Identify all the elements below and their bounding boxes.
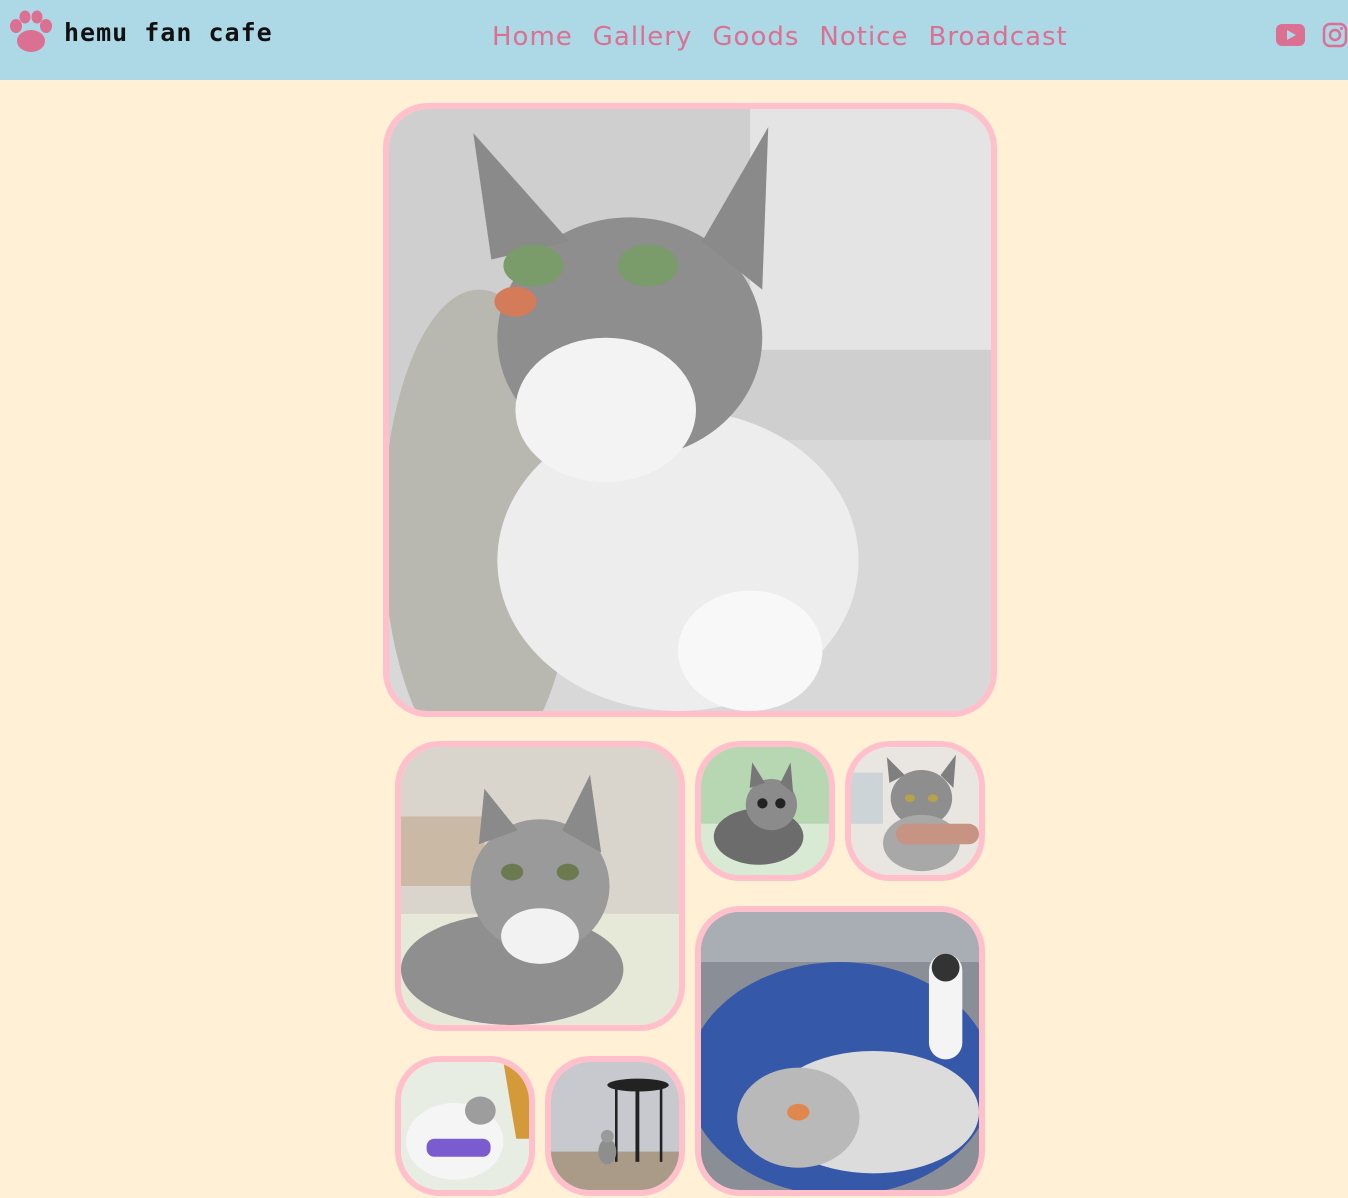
cat-photo-image xyxy=(701,747,829,875)
gallery-photo-2[interactable] xyxy=(395,741,685,1031)
paw-icon xyxy=(10,10,52,52)
nav-link-home[interactable]: Home xyxy=(492,22,573,52)
nav-link-gallery[interactable]: Gallery xyxy=(593,22,693,52)
gallery-photo-3[interactable] xyxy=(695,741,835,881)
gallery-photo-6[interactable] xyxy=(395,1056,535,1196)
gallery-photo-5[interactable] xyxy=(695,906,985,1196)
cat-photo-image xyxy=(389,109,991,711)
brand-link[interactable]: hemu fan cafe xyxy=(8,10,273,54)
youtube-icon[interactable] xyxy=(1276,24,1305,46)
gallery-photo-7[interactable] xyxy=(545,1056,685,1196)
nav-link-notice[interactable]: Notice xyxy=(819,22,908,52)
cat-photo-image xyxy=(401,1062,529,1190)
cat-photo-image xyxy=(551,1062,679,1190)
brand-name: hemu fan cafe xyxy=(64,17,273,47)
instagram-icon[interactable] xyxy=(1322,22,1348,48)
cat-photo-image xyxy=(851,747,979,875)
nav-link-goods[interactable]: Goods xyxy=(712,22,799,52)
cat-photo-image xyxy=(701,912,979,1190)
gallery-photo-4[interactable] xyxy=(845,741,985,881)
gallery-photo-main[interactable] xyxy=(383,103,997,717)
main-nav: Home Gallery Goods Notice Broadcast xyxy=(492,22,1068,52)
top-navbar: hemu fan cafe Home Gallery Goods Notice … xyxy=(0,0,1348,80)
nav-link-broadcast[interactable]: Broadcast xyxy=(928,22,1067,52)
cat-photo-image xyxy=(401,747,679,1025)
